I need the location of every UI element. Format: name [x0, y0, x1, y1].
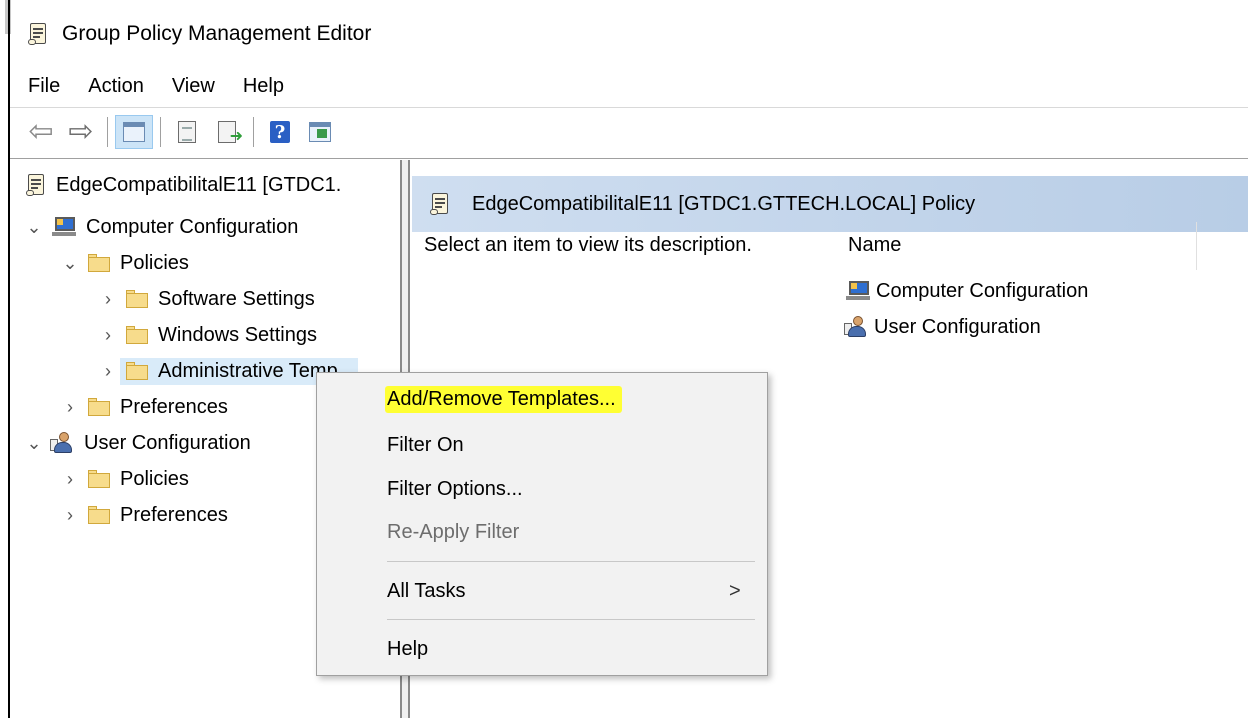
back-button[interactable]: ⇦: [22, 115, 60, 149]
tree-label: Computer Configuration: [86, 215, 299, 238]
list-item-label: User Configuration: [874, 315, 1041, 338]
show-action-pane-button[interactable]: [301, 115, 339, 149]
menu-item-label: Filter On: [387, 433, 464, 456]
tree-label: User Configuration: [84, 431, 251, 454]
toolbar-separator: [160, 117, 161, 147]
menu-item-label: All Tasks: [387, 579, 466, 602]
computer-icon: [846, 281, 870, 301]
policy-document-icon: [430, 192, 450, 216]
details-header-title: EdgeCompatibilitalE11 [GTDC1.GTTECH.LOCA…: [472, 192, 976, 215]
user-icon: [844, 316, 868, 338]
menu-bar: File Action View Help: [28, 70, 312, 102]
tree-item-uc-preferences[interactable]: › Preferences: [60, 498, 228, 532]
folder-icon: [88, 506, 110, 524]
toolbar: ⇦ ⇨ ?: [22, 112, 341, 152]
menu-item-add-remove-templates[interactable]: Add/Remove Templates...: [385, 381, 622, 417]
list-item-label: Computer Configuration: [876, 279, 1089, 302]
context-menu: Add/Remove Templates... Filter On Filter…: [316, 372, 768, 676]
policy-document-icon: [28, 22, 48, 46]
menu-help[interactable]: Help: [243, 75, 284, 98]
tree-label: Windows Settings: [158, 323, 317, 346]
menu-file[interactable]: File: [28, 75, 60, 98]
menu-item-label: Add/Remove Templates...: [385, 385, 622, 413]
chevron-right-icon[interactable]: ›: [60, 505, 80, 526]
submenu-arrow-icon: >: [729, 579, 741, 602]
tree-label: Administrative Temp: [158, 359, 338, 382]
menu-item-label: Help: [387, 637, 429, 660]
tree-item-computer-configuration[interactable]: ⌄ Computer Configuration: [24, 210, 298, 244]
tree-item-windows-settings[interactable]: › Windows Settings: [98, 318, 317, 352]
tree-label: Software Settings: [158, 287, 315, 310]
menu-item-filter-on[interactable]: Filter On: [387, 427, 464, 463]
list-item-computer-configuration[interactable]: Computer Configuration: [846, 274, 1088, 308]
policy-document-icon: [26, 173, 46, 197]
console-tree-icon: [123, 122, 145, 142]
column-header-name[interactable]: Name: [848, 234, 901, 257]
forward-arrow-icon: ⇨: [68, 115, 94, 148]
folder-icon: [88, 398, 110, 416]
menu-item-all-tasks[interactable]: All Tasks: [387, 573, 466, 609]
details-header: EdgeCompatibilitalE11 [GTDC1.GTTECH.LOCA…: [412, 176, 1248, 232]
menu-item-label: Filter Options...: [387, 477, 523, 500]
tree-label: Policies: [120, 251, 189, 274]
chevron-right-icon[interactable]: ›: [98, 325, 118, 346]
description-text: Select an item to view its description.: [424, 234, 752, 256]
help-button[interactable]: ?: [261, 115, 299, 149]
title-bar: Group Policy Management Editor: [28, 14, 371, 54]
properties-button[interactable]: [168, 115, 206, 149]
menu-item-filter-options[interactable]: Filter Options...: [387, 471, 523, 507]
show-hide-console-tree-button[interactable]: [115, 115, 153, 149]
menu-action[interactable]: Action: [88, 75, 144, 98]
menu-item-label: Re-Apply Filter: [387, 520, 520, 543]
chevron-down-icon[interactable]: ⌄: [60, 253, 80, 274]
chevron-right-icon[interactable]: ›: [60, 397, 80, 418]
tree-label: Preferences: [120, 395, 228, 418]
help-icon: ?: [270, 121, 290, 143]
tree-item-uc-policies[interactable]: › Policies: [60, 462, 189, 496]
properties-icon: [178, 121, 196, 143]
tree-item-software-settings[interactable]: › Software Settings: [98, 282, 315, 316]
menu-item-reapply-filter: Re-Apply Filter: [387, 514, 519, 550]
chevron-right-icon[interactable]: ›: [98, 361, 118, 382]
chevron-right-icon[interactable]: ›: [98, 289, 118, 310]
tree-item-root-policy[interactable]: EdgeCompatibilitalE11 [GTDC1.: [26, 168, 341, 202]
chevron-down-icon[interactable]: ⌄: [24, 433, 44, 454]
window-title: Group Policy Management Editor: [62, 22, 372, 45]
chevron-right-icon[interactable]: ›: [60, 469, 80, 490]
back-arrow-icon: ⇦: [28, 115, 54, 148]
folder-icon: [88, 254, 110, 272]
column-divider[interactable]: [1196, 222, 1197, 270]
tree-label: Policies: [120, 467, 189, 490]
export-list-button[interactable]: [208, 115, 246, 149]
folder-icon: [126, 290, 148, 308]
user-icon: [50, 432, 74, 454]
folder-icon: [88, 470, 110, 488]
tree-item-cc-preferences[interactable]: › Preferences: [60, 390, 228, 424]
folder-icon: [126, 362, 148, 380]
menu-separator: [387, 619, 755, 620]
tree-label: EdgeCompatibilitalE11 [GTDC1.: [56, 173, 342, 196]
computer-icon: [52, 217, 76, 237]
menu-divider: [10, 107, 1248, 108]
tree-item-user-configuration[interactable]: ⌄ User Configuration: [24, 426, 251, 460]
list-item-user-configuration[interactable]: User Configuration: [844, 310, 1041, 344]
folder-icon: [126, 326, 148, 344]
toolbar-separator: [253, 117, 254, 147]
menu-item-help[interactable]: Help: [387, 631, 428, 667]
action-pane-icon: [309, 122, 331, 142]
tree-label: Preferences: [120, 503, 228, 526]
menu-view[interactable]: View: [172, 75, 215, 98]
tree-item-cc-policies[interactable]: ⌄ Policies: [60, 246, 189, 280]
export-list-icon: [218, 121, 243, 146]
chevron-down-icon[interactable]: ⌄: [24, 217, 44, 238]
toolbar-separator: [107, 117, 108, 147]
forward-button[interactable]: ⇨: [62, 115, 100, 149]
menu-separator: [387, 561, 755, 562]
pane-top-border: [10, 158, 1248, 159]
